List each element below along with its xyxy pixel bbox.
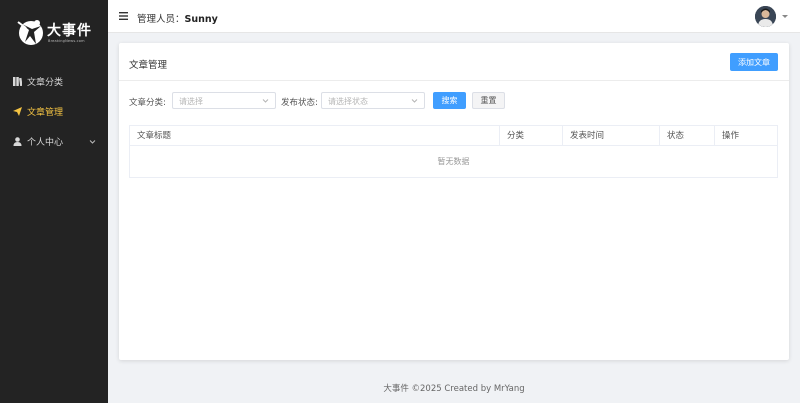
- column-header-date: 发表时间: [562, 126, 659, 146]
- avatar-image-icon: [755, 6, 776, 27]
- article-management-card: 文章管理 添加文章 文章分类: 请选择 发布状态: 请选择状态 搜索 重置 文章…: [119, 43, 789, 360]
- category-select[interactable]: 请选择: [172, 92, 276, 109]
- sidebar-item-category[interactable]: 文章分类: [0, 66, 108, 96]
- caret-down-icon[interactable]: [782, 14, 788, 19]
- status-select-placeholder: 请选择状态: [328, 97, 368, 106]
- article-table: 文章标题 分类 发表时间 状态 操作 暂无数据: [129, 125, 778, 178]
- category-filter-label: 文章分类:: [129, 98, 166, 108]
- top-header: 管理人员：Sunny: [108, 0, 800, 33]
- empty-state-text: 暂无数据: [437, 157, 470, 166]
- search-button[interactable]: 搜索: [433, 92, 466, 109]
- sidebar-item-articles[interactable]: 文章管理: [0, 96, 108, 126]
- filter-bar: 文章分类: 请选择 发布状态: 请选择状态 搜索 重置: [119, 91, 789, 111]
- status-select[interactable]: 请选择状态: [321, 92, 425, 109]
- column-header-status: 状态: [659, 126, 714, 146]
- category-icon: [13, 76, 22, 86]
- page-title: 文章管理: [129, 60, 168, 71]
- card-header: 文章管理 添加文章: [119, 43, 789, 81]
- sidebar-item-profile[interactable]: 个人中心: [0, 126, 108, 156]
- logo-mark-icon: [17, 20, 43, 45]
- table-header: 文章标题 分类 发表时间 状态 操作: [130, 126, 777, 146]
- chevron-down-icon[interactable]: [89, 138, 96, 145]
- sidebar: 大事件 BreakingNews.com 文章分类 文章管理 个人中心: [0, 0, 108, 403]
- brand-subtitle: BreakingNews.com: [48, 39, 85, 43]
- avatar[interactable]: [755, 6, 776, 27]
- column-header-title: 文章标题: [137, 131, 172, 141]
- add-article-button[interactable]: 添加文章: [730, 53, 778, 71]
- status-filter-label: 发布状态:: [281, 98, 318, 108]
- user-icon: [13, 136, 22, 146]
- admin-info: 管理人员：Sunny: [137, 11, 218, 25]
- sidebar-item-label: 个人中心: [27, 137, 64, 148]
- footer-text: 大事件 ©2025 Created by MrYang: [383, 384, 525, 394]
- column-header-actions: 操作: [714, 126, 777, 146]
- admin-prefix: 管理人员：: [137, 14, 185, 25]
- chevron-down-icon: [262, 99, 269, 103]
- sidebar-menu: 文章分类 文章管理 个人中心: [0, 66, 108, 156]
- sidebar-item-label: 文章管理: [27, 107, 64, 118]
- sidebar-item-label: 文章分类: [27, 77, 64, 88]
- column-header-category: 分类: [499, 126, 562, 146]
- reset-button[interactable]: 重置: [472, 92, 505, 109]
- admin-name: Sunny: [184, 14, 218, 25]
- brand-name: 大事件: [47, 23, 92, 39]
- category-select-placeholder: 请选择: [179, 97, 203, 106]
- send-icon: [13, 106, 22, 116]
- menu-toggle-icon[interactable]: [119, 12, 128, 20]
- chevron-down-icon: [411, 99, 418, 103]
- brand-logo[interactable]: 大事件 BreakingNews.com: [16, 16, 96, 50]
